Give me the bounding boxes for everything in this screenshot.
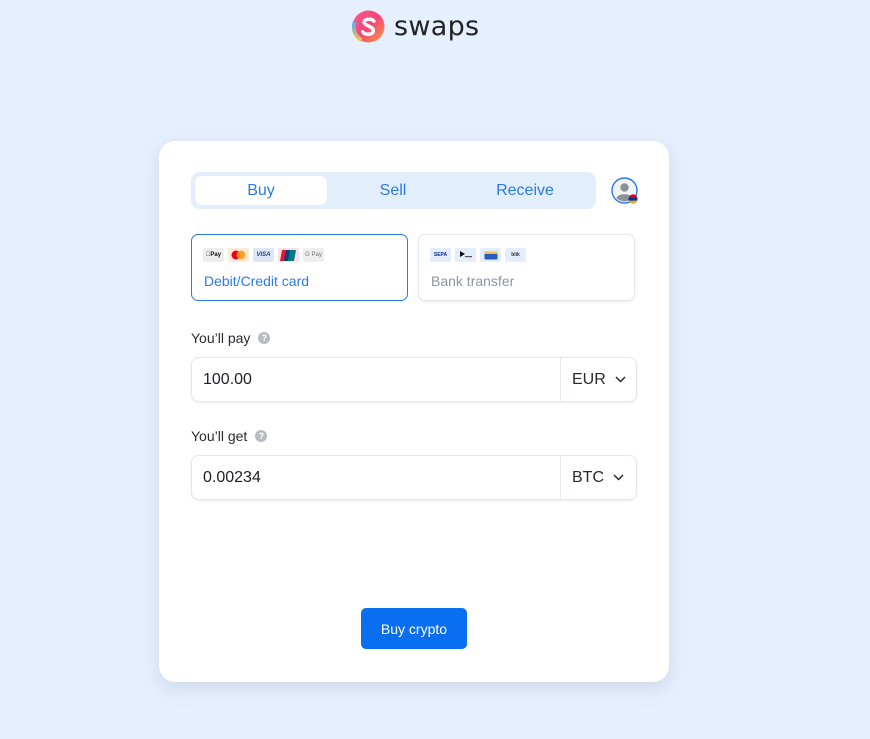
get-label: You’ll get ? — [191, 428, 268, 444]
tab-receive[interactable]: Receive — [459, 176, 591, 205]
payment-method-bank-transfer[interactable]: SEPA blik Bank transfer — [418, 234, 635, 301]
chevron-down-icon — [613, 474, 624, 481]
payment-method-label: Bank transfer — [431, 273, 515, 289]
google-pay-icon: G Pay — [303, 248, 324, 262]
get-amount-input[interactable] — [192, 456, 560, 499]
apple-pay-icon: Pay — [203, 248, 224, 262]
faster-payments-icon — [455, 248, 476, 262]
pay-field: EUR — [191, 357, 637, 402]
swaps-logo-icon — [352, 10, 385, 43]
pay-currency-select[interactable]: EUR — [560, 358, 636, 401]
unionpay-icon — [278, 248, 299, 262]
tab-sell[interactable]: Sell — [327, 176, 459, 205]
pay-label: You’ll pay ? — [191, 330, 271, 346]
visa-icon: VISA — [253, 248, 274, 262]
brand-name: swaps — [394, 11, 480, 42]
sepa-icon: SEPA — [430, 248, 451, 262]
help-icon[interactable]: ? — [255, 430, 268, 442]
bank-card-icon — [480, 248, 501, 262]
get-field: BTC — [191, 455, 637, 500]
blik-icon: blik — [505, 248, 526, 262]
chevron-down-icon — [615, 376, 626, 383]
exchange-widget: Buy Sell Receive Pay VISA G Pay — [159, 141, 669, 682]
pay-amount-input[interactable] — [192, 358, 560, 401]
tab-buy[interactable]: Buy — [195, 176, 327, 205]
payment-method-label: Debit/Credit card — [204, 273, 310, 289]
mode-tabs: Buy Sell Receive — [191, 172, 596, 209]
brand-logo: swaps — [352, 10, 479, 43]
user-avatar-icon[interactable] — [611, 177, 638, 204]
get-currency-select[interactable]: BTC — [560, 456, 636, 499]
buy-crypto-button[interactable]: Buy crypto — [361, 608, 467, 649]
payment-method-card[interactable]: Pay VISA G Pay Debit/Credit card — [191, 234, 408, 301]
help-icon[interactable]: ? — [258, 332, 271, 344]
mastercard-icon — [228, 248, 249, 262]
